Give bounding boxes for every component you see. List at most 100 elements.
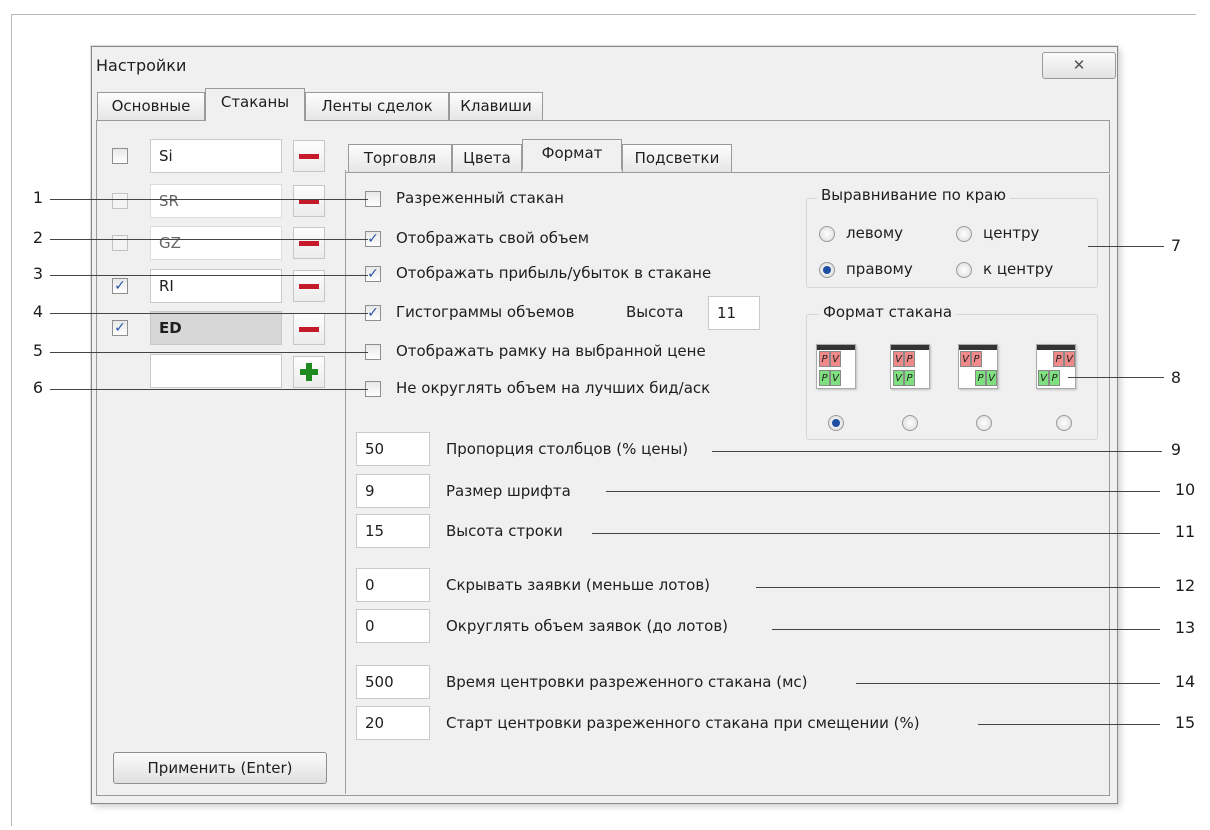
new-instrument-field[interactable] [150,354,282,388]
callout-line-6 [50,389,368,390]
format-radio-4[interactable] [1056,415,1072,431]
callout-13: 13 [1174,618,1196,637]
histogram-height-input[interactable]: 11 [708,296,760,330]
callout-12: 12 [1174,576,1196,595]
instrument-field-ed[interactable]: ED [150,311,282,345]
remove-instrument-button-si[interactable] [293,140,325,172]
callout-line-9 [712,451,1162,452]
subtab-trading[interactable]: Торговля [348,144,452,172]
subtab-colors[interactable]: Цвета [452,144,522,172]
instrument-checkbox-ri[interactable]: ✓ [112,278,128,294]
remove-instrument-button-sr[interactable] [293,185,325,217]
centering-time-label: Время центровки разреженного стакана (мс… [446,673,808,691]
callout-line-15 [978,724,1160,725]
callout-15: 15 [1174,713,1196,732]
round-volume-input[interactable]: 0 [356,609,430,643]
callout-2: 2 [32,228,44,247]
show-own-volume-label: Отображать свой объем [396,229,590,247]
no-round-best-bidask-label: Не округлять объем на лучших бид/аск [396,379,711,397]
format-icon-4[interactable]: P V V P [1036,344,1076,389]
row-height-input[interactable]: 15 [356,514,430,548]
orderbook-format-group-title: Формат стакана [819,303,957,321]
left-column-divider [345,170,346,794]
callout-line-8 [1068,377,1164,378]
tab-hotkeys[interactable]: Клавиши [449,92,543,120]
hide-orders-label: Скрывать заявки (меньше лотов) [446,576,711,594]
align-center-label: центру [983,224,1040,242]
remove-instrument-button-gz[interactable] [293,227,325,259]
centering-start-input[interactable]: 20 [356,706,430,740]
callout-14: 14 [1174,672,1196,691]
active-tab-joint [206,119,304,122]
remove-instrument-button-ed[interactable] [293,313,325,345]
align-to-center-radio[interactable] [956,262,972,278]
sparse-orderbook-label: Разреженный стакан [396,189,564,207]
tab-trade-tapes[interactable]: Ленты сделок [305,92,449,120]
instrument-field-sr[interactable]: SR [150,184,282,218]
callout-7: 7 [1170,236,1182,255]
align-right-radio[interactable] [819,262,835,278]
tab-orderbooks[interactable]: Стаканы [205,88,305,120]
callout-10: 10 [1174,480,1196,499]
close-button[interactable]: ✕ [1042,52,1116,79]
format-radio-1[interactable] [828,415,844,431]
show-pnl-checkbox[interactable]: ✓ [365,266,381,282]
callout-8: 8 [1170,368,1182,387]
callout-line-5 [50,352,368,353]
instrument-field-gz[interactable]: GZ [150,226,282,260]
callout-line-12 [756,587,1160,588]
format-icon-3[interactable]: V P P V [958,344,998,389]
format-icon-1[interactable]: P V P V [816,344,856,389]
subtab-highlights[interactable]: Подсветки [622,144,732,172]
callout-4: 4 [32,302,44,321]
callout-line-3 [50,275,368,276]
round-volume-label: Округлять объем заявок (до лотов) [446,617,729,635]
format-icon-2[interactable]: V P V P [890,344,930,389]
align-left-radio[interactable] [819,226,835,242]
instrument-checkbox-si[interactable] [112,148,128,164]
callout-line-11 [592,533,1160,534]
format-radio-3[interactable] [976,415,992,431]
centering-start-label: Старт центровки разреженного стакана при… [446,714,920,732]
align-to-center-label: к центру [983,260,1054,278]
add-instrument-button[interactable] [293,356,325,388]
histogram-height-label: Высота [626,303,684,321]
tab-main[interactable]: Основные [97,92,205,120]
column-proportion-input[interactable]: 50 [356,432,430,466]
callout-line-2 [50,239,368,240]
callout-9: 9 [1170,440,1182,459]
hide-orders-input[interactable]: 0 [356,568,430,602]
format-radio-2[interactable] [902,415,918,431]
alignment-group-title: Выравнивание по краю [817,186,1010,204]
callout-line-1 [50,199,368,200]
callout-6: 6 [32,378,44,397]
sub-tab-panel [346,172,1110,174]
show-pnl-label: Отображать прибыль/убыток в стакане [396,264,712,282]
callout-line-7 [1088,246,1164,247]
window-title: Настройки [96,56,187,75]
callout-11: 11 [1174,522,1196,541]
callout-line-10 [606,491,1160,492]
instrument-checkbox-ed[interactable]: ✓ [112,320,128,336]
instrument-checkbox-gz[interactable] [112,235,128,251]
callout-5: 5 [32,341,44,360]
callout-1: 1 [32,188,44,207]
callout-line-13 [772,629,1160,630]
align-center-radio[interactable] [956,226,972,242]
font-size-input[interactable]: 9 [356,474,430,508]
callout-3: 3 [32,264,44,283]
show-selected-price-frame-label: Отображать рамку на выбранной цене [396,342,706,360]
instrument-field-si[interactable]: Si [150,139,282,173]
instrument-checkbox-sr[interactable] [112,193,128,209]
callout-line-4 [50,313,368,314]
align-left-label: левому [846,224,904,242]
subtab-format[interactable]: Формат [522,139,622,171]
column-proportion-label: Пропорция столбцов (% цены) [446,440,689,458]
align-right-label: правому [846,260,913,278]
row-height-label: Высота строки [446,522,563,540]
volume-histograms-label: Гистограммы объемов [396,303,575,321]
apply-button[interactable]: Применить (Enter) [113,752,327,784]
font-size-label: Размер шрифта [446,482,571,500]
callout-line-14 [856,683,1160,684]
centering-time-input[interactable]: 500 [356,665,430,699]
